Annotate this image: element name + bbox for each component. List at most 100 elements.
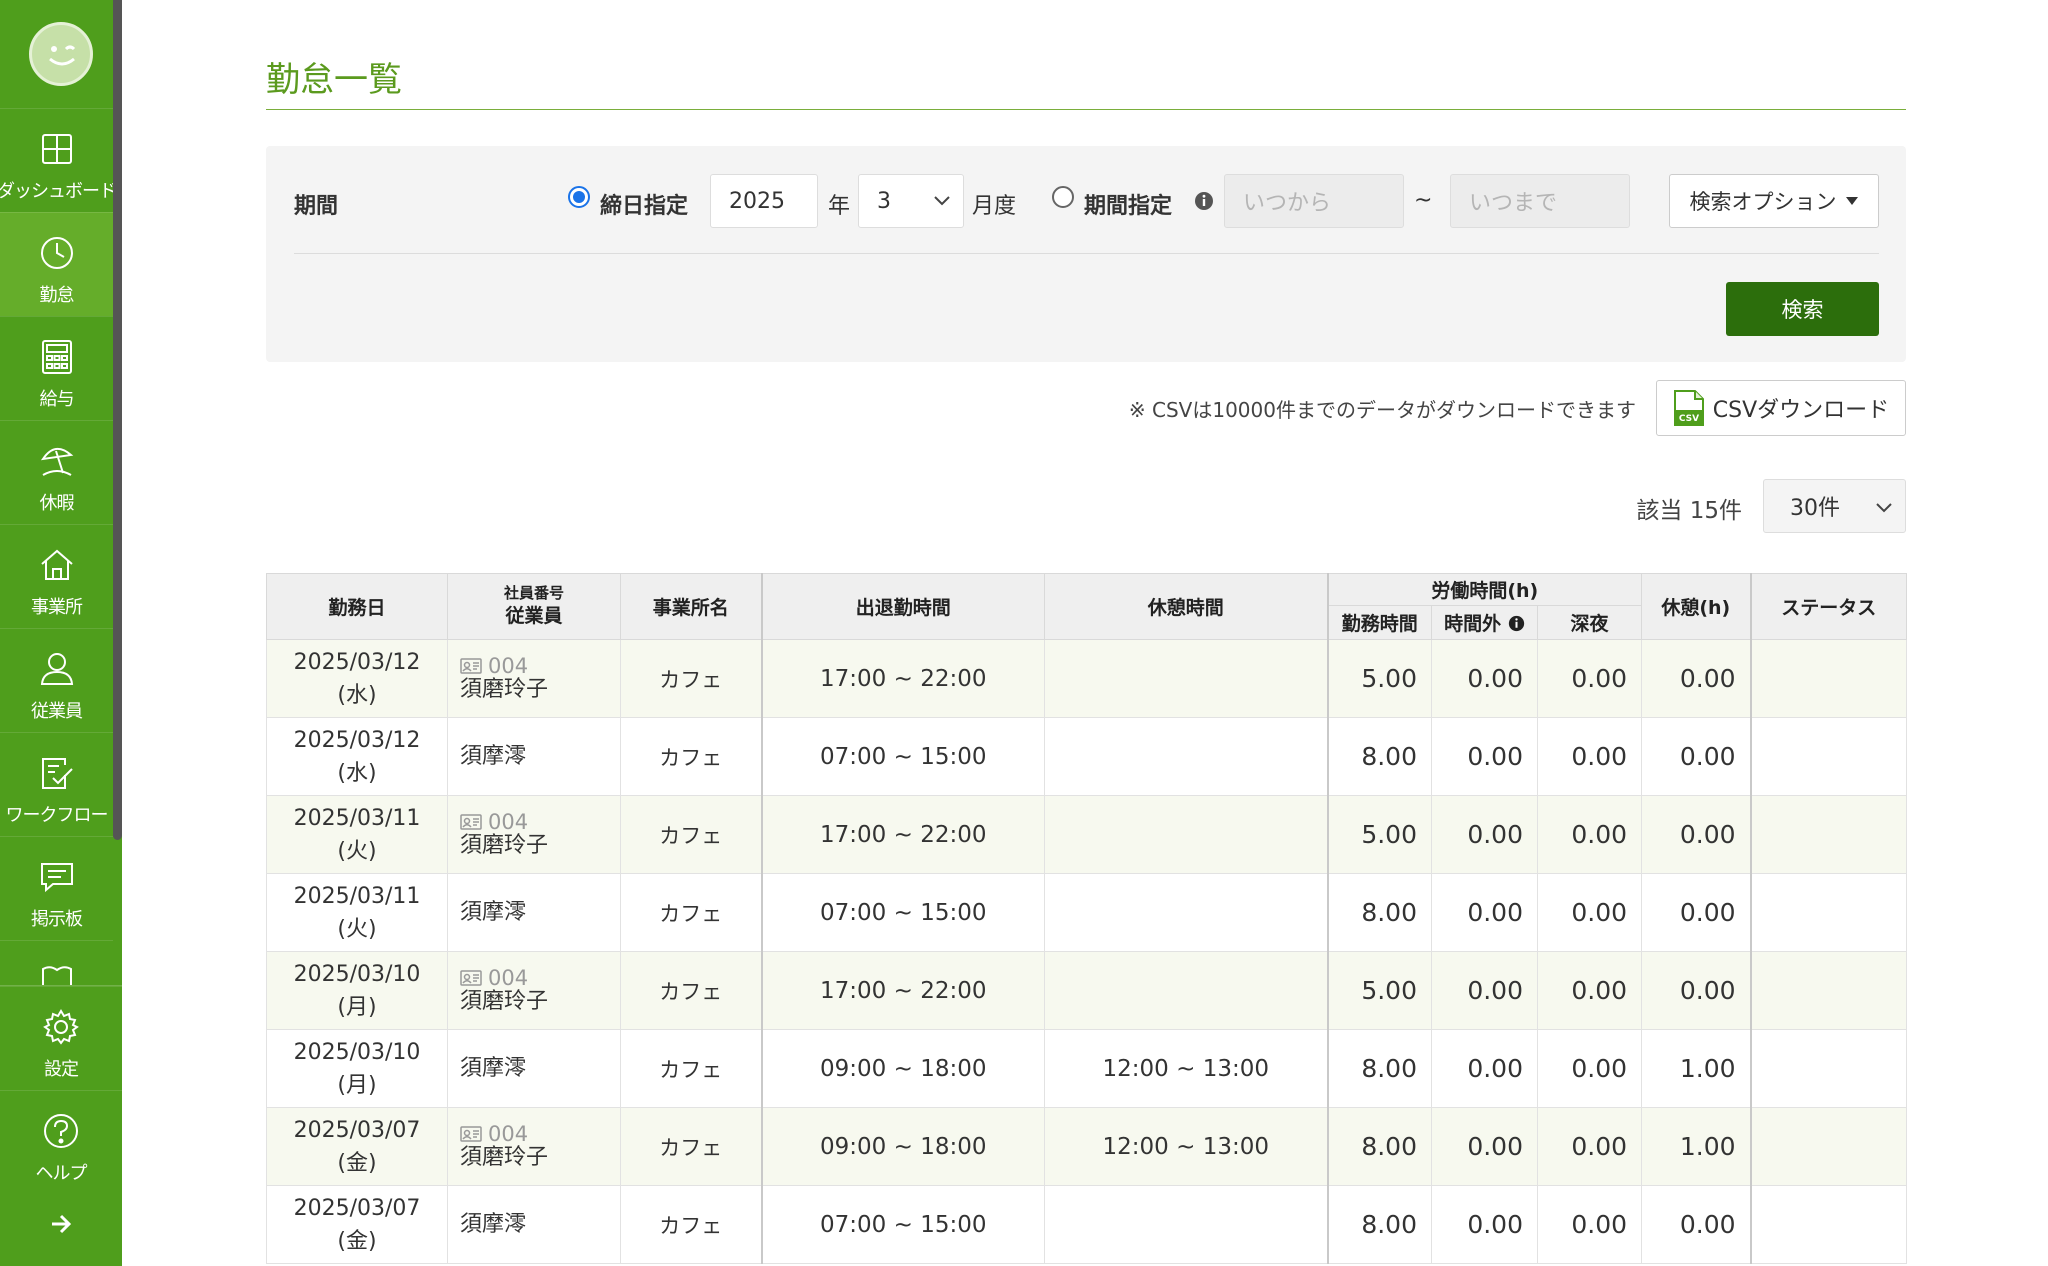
table-row[interactable]: 2025/03/07 (金) 須摩澪 カフェ 07:00 ~ 15:00 8.00 0.00…	[266, 1185, 1908, 1264]
table-row[interactable]: 2025/03/12 (水) 004 須磨玲子 カフェ 17:00 ~ 22:00 5.00…	[266, 639, 1908, 718]
cell-overtime: 0.00	[1431, 873, 1538, 952]
cell-employee[interactable]: 004 須磨玲子	[447, 639, 621, 718]
sidebar-item-label: 休暇	[39, 493, 75, 514]
sidebar-item-settings[interactable]: 設定	[0, 986, 122, 1090]
sidebar-item-payroll[interactable]: 給与	[0, 316, 113, 420]
sidebar-item-more[interactable]	[0, 940, 113, 985]
cell-clock: 09:00 ~ 18:00	[760, 1107, 1045, 1186]
help-icon	[41, 1111, 81, 1151]
cell-employee[interactable]: 須摩澪	[447, 873, 621, 952]
employee-name: 須摩澪	[460, 899, 527, 925]
avatar[interactable]	[29, 22, 93, 86]
employee-name: 須磨玲子	[460, 676, 549, 702]
month-select[interactable]: 3	[858, 174, 964, 228]
sidebar-item-label: ワークフロー	[5, 805, 109, 826]
sidebar-expand-button[interactable]	[0, 1194, 122, 1254]
work-date: 2025/03/07	[293, 1195, 421, 1221]
col-overtime[interactable]: 時間外	[1431, 605, 1538, 640]
col-work[interactable]: 勤務時間	[1326, 605, 1432, 640]
sidebar-item-employee[interactable]: 従業員	[0, 628, 113, 732]
table-row[interactable]: 2025/03/10 (月) 須摩澪 カフェ 09:00 ~ 18:00 12:00 ~ …	[266, 1029, 1908, 1108]
cell-overtime: 0.00	[1431, 639, 1538, 718]
table-row[interactable]: 2025/03/11 (火) 須摩澪 カフェ 07:00 ~ 15:00 8.00 0.00…	[266, 873, 1908, 952]
cell-work: 5.00	[1326, 639, 1432, 718]
closing-day-radio[interactable]	[568, 186, 590, 208]
date-to-input[interactable]: いつまで	[1450, 174, 1630, 228]
date-from-input[interactable]: いつから	[1224, 174, 1404, 228]
col-date[interactable]: 勤務日	[266, 573, 448, 640]
sidebar-item-workflow[interactable]: ワークフロー	[0, 732, 113, 836]
col-night[interactable]: 深夜	[1536, 605, 1643, 640]
cell-night: 0.00	[1536, 717, 1643, 796]
cell-date: 2025/03/10 (月)	[266, 1029, 448, 1108]
cell-employee[interactable]: 004 須磨玲子	[447, 795, 621, 874]
year-input[interactable]: 2025	[710, 174, 818, 228]
period-label: 期間	[294, 194, 339, 219]
csv-download-button[interactable]: CSV CSVダウンロード	[1656, 380, 1906, 436]
sidebar-item-label: 設定	[44, 1059, 79, 1080]
book-icon	[37, 961, 77, 985]
work-date: 2025/03/11	[293, 805, 421, 831]
cell-date: 2025/03/11 (火)	[266, 795, 448, 874]
col-break-h[interactable]: 休憩(h)	[1641, 573, 1752, 640]
work-date: 2025/03/11	[293, 883, 421, 909]
col-status[interactable]: ステータス	[1749, 573, 1908, 640]
col-clock[interactable]: 出退勤時間	[760, 573, 1045, 640]
per-page-select[interactable]: 30件	[1763, 479, 1906, 533]
cell-office: カフェ	[620, 1107, 762, 1186]
sidebar-item-dashboard[interactable]: ダッシュボード	[0, 108, 117, 212]
work-date: 2025/03/12	[293, 727, 421, 753]
cell-employee[interactable]: 004 須磨玲子	[447, 1107, 621, 1186]
cell-night: 0.00	[1536, 951, 1643, 1030]
cell-office: カフェ	[620, 795, 762, 874]
user-icon	[37, 649, 77, 689]
cell-work: 5.00	[1326, 795, 1432, 874]
gear-icon	[41, 1007, 81, 1047]
sidebar-item-help[interactable]: ヘルプ	[0, 1090, 122, 1194]
sidebar-item-office[interactable]: 事業所	[0, 524, 113, 628]
cell-break	[1044, 873, 1328, 952]
per-page-value: 30件	[1790, 496, 1840, 521]
search-button[interactable]: 検索	[1726, 282, 1879, 336]
search-options-label: 検索オプション	[1689, 190, 1837, 214]
cell-employee[interactable]: 須摩澪	[447, 1185, 621, 1264]
date-to-placeholder: いつまで	[1469, 191, 1558, 216]
info-icon[interactable]	[1194, 191, 1214, 211]
cell-office: カフェ	[620, 1029, 762, 1108]
sidebar-scrollbar[interactable]	[113, 0, 122, 840]
cell-night: 0.00	[1536, 1029, 1643, 1108]
cell-employee[interactable]: 004 須磨玲子	[447, 951, 621, 1030]
cell-employee[interactable]: 須摩澪	[447, 717, 621, 796]
info-icon[interactable]	[1508, 615, 1525, 632]
date-range-radio[interactable]	[1052, 186, 1074, 208]
cell-employee[interactable]: 須摩澪	[447, 1029, 621, 1108]
table-row[interactable]: 2025/03/12 (水) 須摩澪 カフェ 07:00 ~ 15:00 8.00 0.00…	[266, 717, 1908, 796]
work-date: 2025/03/10	[293, 961, 421, 987]
search-options-button[interactable]: 検索オプション	[1669, 174, 1879, 228]
svg-text:CSV: CSV	[1679, 414, 1699, 424]
employee-code-text: 004	[488, 653, 529, 678]
sidebar-item-attendance[interactable]: 勤怠	[0, 212, 113, 316]
sidebar-item-board[interactable]: 掲示板	[0, 836, 113, 940]
year-unit: 年	[828, 194, 851, 219]
col-break[interactable]: 休憩時間	[1044, 573, 1328, 640]
work-weekday: (火)	[337, 838, 377, 864]
cell-night: 0.00	[1536, 873, 1643, 952]
page-title: 勤怠一覧	[266, 60, 402, 100]
closing-day-label[interactable]: 締日指定	[600, 188, 688, 220]
col-employee[interactable]: 社員番号 従業員	[447, 573, 621, 640]
user-avatar-area[interactable]	[0, 0, 113, 108]
table-row[interactable]: 2025/03/07 (金) 004 須磨玲子 カフェ 09:00 ~ 18:00 12:0…	[266, 1107, 1908, 1186]
table-body: 2025/03/12 (水) 004 須磨玲子 カフェ 17:00 ~ 22:00 5.00…	[266, 639, 1908, 1264]
date-range-label[interactable]: 期間指定	[1084, 188, 1172, 220]
col-emp-no-label: 社員番号	[503, 584, 564, 602]
sidebar-item-vacation[interactable]: 休暇	[0, 420, 113, 524]
table-row[interactable]: 2025/03/10 (月) 004 須磨玲子 カフェ 17:00 ~ 22:00 5.00…	[266, 951, 1908, 1030]
clock-icon	[37, 233, 77, 273]
cell-date: 2025/03/07 (金)	[266, 1107, 448, 1186]
sidebar-item-label: 給与	[39, 389, 75, 410]
table-row[interactable]: 2025/03/11 (火) 004 須磨玲子 カフェ 17:00 ~ 22:00 5.00…	[266, 795, 1908, 874]
id-card-icon	[460, 813, 482, 830]
col-office[interactable]: 事業所名	[620, 573, 762, 640]
cell-break-h: 0.00	[1641, 951, 1752, 1030]
